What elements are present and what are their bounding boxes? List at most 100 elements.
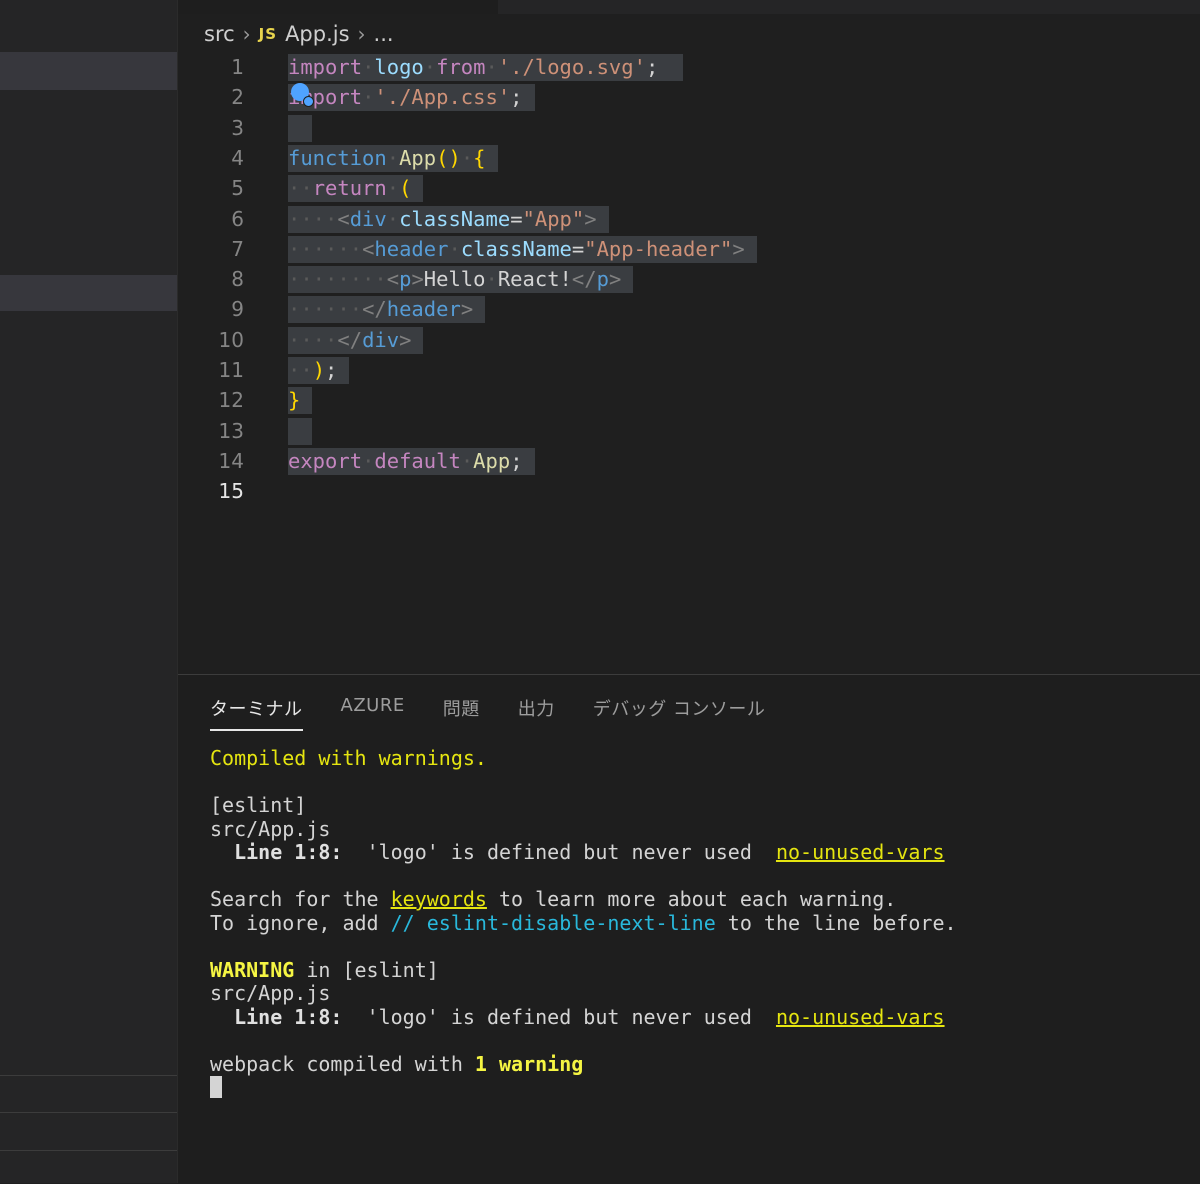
sidebar-divider bbox=[0, 1150, 177, 1151]
code-token: Hello bbox=[423, 267, 486, 292]
code-token: ···· bbox=[288, 206, 338, 231]
terminal-line-label: Line 1:8: bbox=[234, 840, 343, 864]
panel-tab[interactable]: AZURE bbox=[341, 691, 405, 731]
code-token: div bbox=[362, 327, 400, 352]
code-text: function·App()·{ bbox=[288, 144, 498, 172]
panel-tab[interactable]: デバッグ コンソール bbox=[593, 691, 766, 731]
line-number: 2 bbox=[231, 85, 244, 110]
panel-tab[interactable]: ターミナル bbox=[210, 691, 303, 731]
chevron-right-icon: › bbox=[242, 22, 251, 46]
code-text: ··); bbox=[288, 357, 350, 384]
terminal-search-post: to learn more about each warning. bbox=[486, 887, 897, 911]
code-token: "App-header" bbox=[584, 236, 733, 261]
line-number: 5 bbox=[231, 176, 244, 201]
code-token: · bbox=[460, 145, 474, 170]
code-token: App bbox=[399, 145, 437, 170]
code-token: ········ bbox=[288, 267, 387, 292]
code-token: ) bbox=[312, 358, 326, 382]
code-token: React! bbox=[497, 267, 572, 292]
code-token: · bbox=[362, 448, 375, 473]
line-number: 15 bbox=[218, 479, 244, 504]
code-text: ····<div·className="App"> bbox=[288, 205, 609, 233]
code-token: > bbox=[732, 236, 745, 261]
code-token: { bbox=[473, 145, 486, 170]
sidebar-item-highlighted[interactable] bbox=[0, 275, 177, 311]
explorer-sidebar bbox=[0, 0, 178, 1183]
code-token: · bbox=[460, 448, 474, 473]
sidebar-item-selected[interactable] bbox=[0, 52, 177, 90]
terminal-rule-link[interactable]: no-unused-vars bbox=[776, 1005, 945, 1029]
terminal-line-label: Line 1:8: bbox=[234, 1004, 343, 1029]
terminal-rule-link[interactable]: no-unused-vars bbox=[776, 840, 945, 864]
breakpoint-badge-icon bbox=[303, 96, 314, 107]
code-text bbox=[288, 417, 312, 445]
terminal-warning-rest: in [eslint] bbox=[294, 957, 439, 982]
code-token: } bbox=[288, 388, 301, 413]
code-token: import bbox=[288, 55, 363, 79]
terminal-keywords-link[interactable]: keywords bbox=[391, 887, 487, 911]
code-text: ······<header·className="App-header"> bbox=[288, 235, 757, 263]
breadcrumb: src › JS App.js › ... bbox=[204, 20, 394, 48]
line-number: 3 bbox=[231, 115, 244, 140]
line-number: 9 bbox=[231, 297, 244, 322]
panel-tab[interactable]: 出力 bbox=[518, 691, 555, 731]
code-token: · bbox=[362, 85, 375, 110]
code-text: ······</header> bbox=[288, 296, 486, 324]
line-number: 7 bbox=[231, 236, 244, 261]
terminal-output[interactable]: Compiled with warnings. [eslint] src/App… bbox=[210, 746, 957, 1100]
breadcrumb-file[interactable]: App.js bbox=[285, 22, 349, 46]
code-token: return bbox=[312, 176, 387, 201]
code-editor[interactable]: 1 import·logo·from·'./logo.svg'; 2 import·… bbox=[178, 50, 1200, 672]
code-token: · bbox=[386, 206, 400, 231]
code-token: ; bbox=[645, 55, 671, 79]
code-token: </ bbox=[337, 327, 363, 352]
bottom-panel: ターミナル AZURE 問題 出力 デバッグ コンソール Compiled with w… bbox=[178, 674, 1200, 1184]
breadcrumb-symbol[interactable]: ... bbox=[374, 22, 394, 46]
code-token: ······ bbox=[288, 297, 363, 322]
code-token: from bbox=[436, 55, 486, 79]
terminal-ignore-pre: To ignore, add bbox=[210, 910, 391, 935]
chevron-right-icon: › bbox=[357, 22, 366, 46]
code-token: ·· bbox=[288, 358, 313, 382]
code-token: < bbox=[337, 206, 350, 231]
code-token: div bbox=[349, 206, 387, 231]
code-token: header bbox=[374, 236, 449, 261]
code-token: > bbox=[584, 206, 597, 231]
code-token: < bbox=[386, 267, 400, 292]
code-token: ······ bbox=[288, 236, 363, 261]
terminal-cursor bbox=[210, 1076, 222, 1098]
code-token: export bbox=[288, 448, 363, 473]
panel-tab[interactable]: 問題 bbox=[443, 691, 480, 731]
terminal-search-pre: Search for the bbox=[210, 887, 391, 911]
code-text: import·'./App.css'; bbox=[288, 84, 535, 112]
code-text: ········<p>Hello·React!</p> bbox=[288, 266, 634, 294]
line-number: 4 bbox=[231, 145, 244, 170]
editor-tab-active[interactable] bbox=[178, 0, 498, 14]
breadcrumb-folder[interactable]: src bbox=[204, 22, 235, 46]
terminal-message: 'logo' is defined but never used bbox=[366, 1004, 752, 1029]
terminal-compiled-status: Compiled with warnings. bbox=[210, 746, 487, 770]
terminal-webpack-pre: webpack compiled with bbox=[210, 1051, 475, 1076]
panel-tabs: ターミナル AZURE 問題 出力 デバッグ コンソール bbox=[210, 691, 803, 731]
code-token: './App.css' bbox=[374, 85, 511, 110]
code-token: > bbox=[399, 327, 412, 352]
code-token: p bbox=[399, 267, 412, 292]
terminal-message: 'logo' is defined but never used bbox=[366, 840, 752, 864]
terminal-webpack-post: warning bbox=[486, 1051, 584, 1076]
code-token: "App" bbox=[522, 206, 585, 231]
code-text: export·default·App; bbox=[288, 447, 535, 475]
terminal-webpack-count: 1 bbox=[474, 1051, 487, 1076]
terminal-file: src/App.js bbox=[210, 981, 331, 1005]
line-number: 12 bbox=[218, 388, 244, 413]
code-text: ····</div> bbox=[288, 326, 424, 354]
code-text: import·logo·from·'./logo.svg'; bbox=[288, 54, 683, 81]
javascript-file-icon: JS bbox=[258, 25, 278, 43]
sidebar-divider bbox=[0, 1075, 177, 1076]
line-number: 1 bbox=[231, 55, 244, 79]
line-number: 14 bbox=[218, 448, 244, 473]
code-token: > bbox=[411, 267, 424, 292]
code-token: · bbox=[448, 236, 461, 261]
line-number: 11 bbox=[218, 358, 244, 382]
code-token: · bbox=[423, 55, 437, 79]
code-token: · bbox=[386, 176, 400, 201]
